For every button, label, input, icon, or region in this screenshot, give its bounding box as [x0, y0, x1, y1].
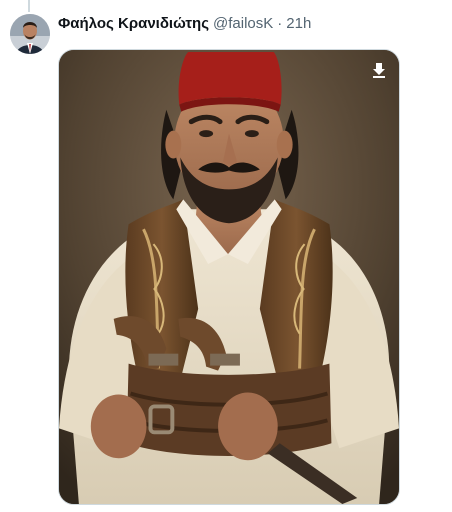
- author-display-name[interactable]: Φαήλος Κρανιδιώτης: [58, 14, 209, 34]
- tweet[interactable]: Φαήλος Κρανιδιώτης @failosK · 21h: [0, 0, 452, 512]
- author-handle[interactable]: @failosK: [213, 14, 273, 34]
- tweet-timestamp[interactable]: 21h: [286, 14, 311, 34]
- download-icon[interactable]: [371, 62, 387, 78]
- header-separator: ·: [277, 15, 283, 32]
- thread-connector-line: [28, 0, 30, 12]
- author-avatar[interactable]: [10, 14, 50, 54]
- portrait-image: [59, 50, 399, 504]
- tweet-media-image[interactable]: [58, 49, 400, 505]
- tweet-header: Φαήλος Κρανιδιώτης @failosK · 21h: [58, 14, 311, 34]
- avatar-image: [10, 14, 50, 54]
